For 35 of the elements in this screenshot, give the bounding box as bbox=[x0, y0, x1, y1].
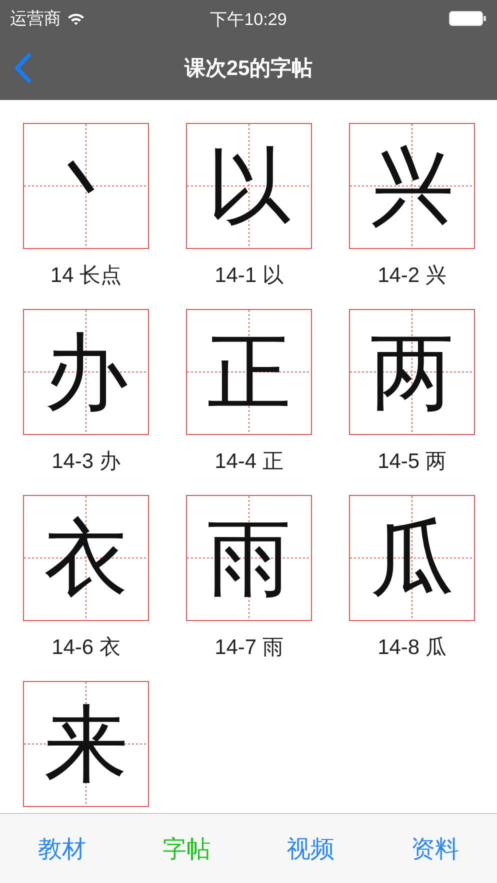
practice-grid-card[interactable]: 衣 bbox=[23, 495, 149, 621]
character-label: 14-6 衣 bbox=[52, 635, 120, 661]
calligraphy-character: 两 bbox=[370, 330, 454, 414]
character-label: 14-1 以 bbox=[214, 263, 284, 289]
character-label: 14-8 瓜 bbox=[378, 635, 446, 661]
character-label: 14 长点 bbox=[50, 263, 122, 289]
calligraphy-character: 以 bbox=[207, 144, 291, 228]
character-label: 14-5 两 bbox=[378, 449, 446, 475]
clock-time: 下午10:29 bbox=[210, 9, 287, 31]
practice-grid-card[interactable]: 瓜 bbox=[349, 495, 475, 621]
practice-grid-card[interactable]: 兴 bbox=[349, 123, 475, 249]
character-label: 14-2 兴 bbox=[378, 263, 446, 289]
calligraphy-character: 瓜 bbox=[370, 516, 454, 600]
nav-title: 课次25的字帖 bbox=[184, 56, 313, 82]
calligraphy-character: 丶 bbox=[44, 144, 128, 228]
character-label: 14-4 正 bbox=[214, 449, 284, 475]
practice-grid-card[interactable]: 雨 bbox=[186, 495, 312, 621]
character-label: 14-7 雨 bbox=[214, 635, 284, 661]
calligraphy-character: 来 bbox=[44, 702, 128, 786]
calligraphy-character: 衣 bbox=[44, 516, 128, 600]
practice-grid-card[interactable]: 两 bbox=[349, 309, 475, 435]
battery-icon bbox=[449, 10, 487, 26]
carrier-name: 运营商 bbox=[10, 8, 61, 30]
practice-grid-card[interactable]: 来 bbox=[23, 681, 149, 807]
calligraphy-character: 正 bbox=[207, 330, 291, 414]
calligraphy-character: 雨 bbox=[207, 516, 291, 600]
back-icon[interactable] bbox=[13, 52, 33, 84]
practice-grid-card[interactable]: 正 bbox=[186, 309, 312, 435]
practice-grid-card[interactable]: 丶 bbox=[23, 123, 149, 249]
wifi-icon bbox=[67, 12, 85, 24]
practice-grid-card[interactable]: 以 bbox=[186, 123, 312, 249]
character-label: 14-3 办 bbox=[52, 449, 120, 475]
calligraphy-character: 办 bbox=[44, 330, 128, 414]
practice-grid-card[interactable]: 办 bbox=[23, 309, 149, 435]
calligraphy-character: 兴 bbox=[370, 144, 454, 228]
